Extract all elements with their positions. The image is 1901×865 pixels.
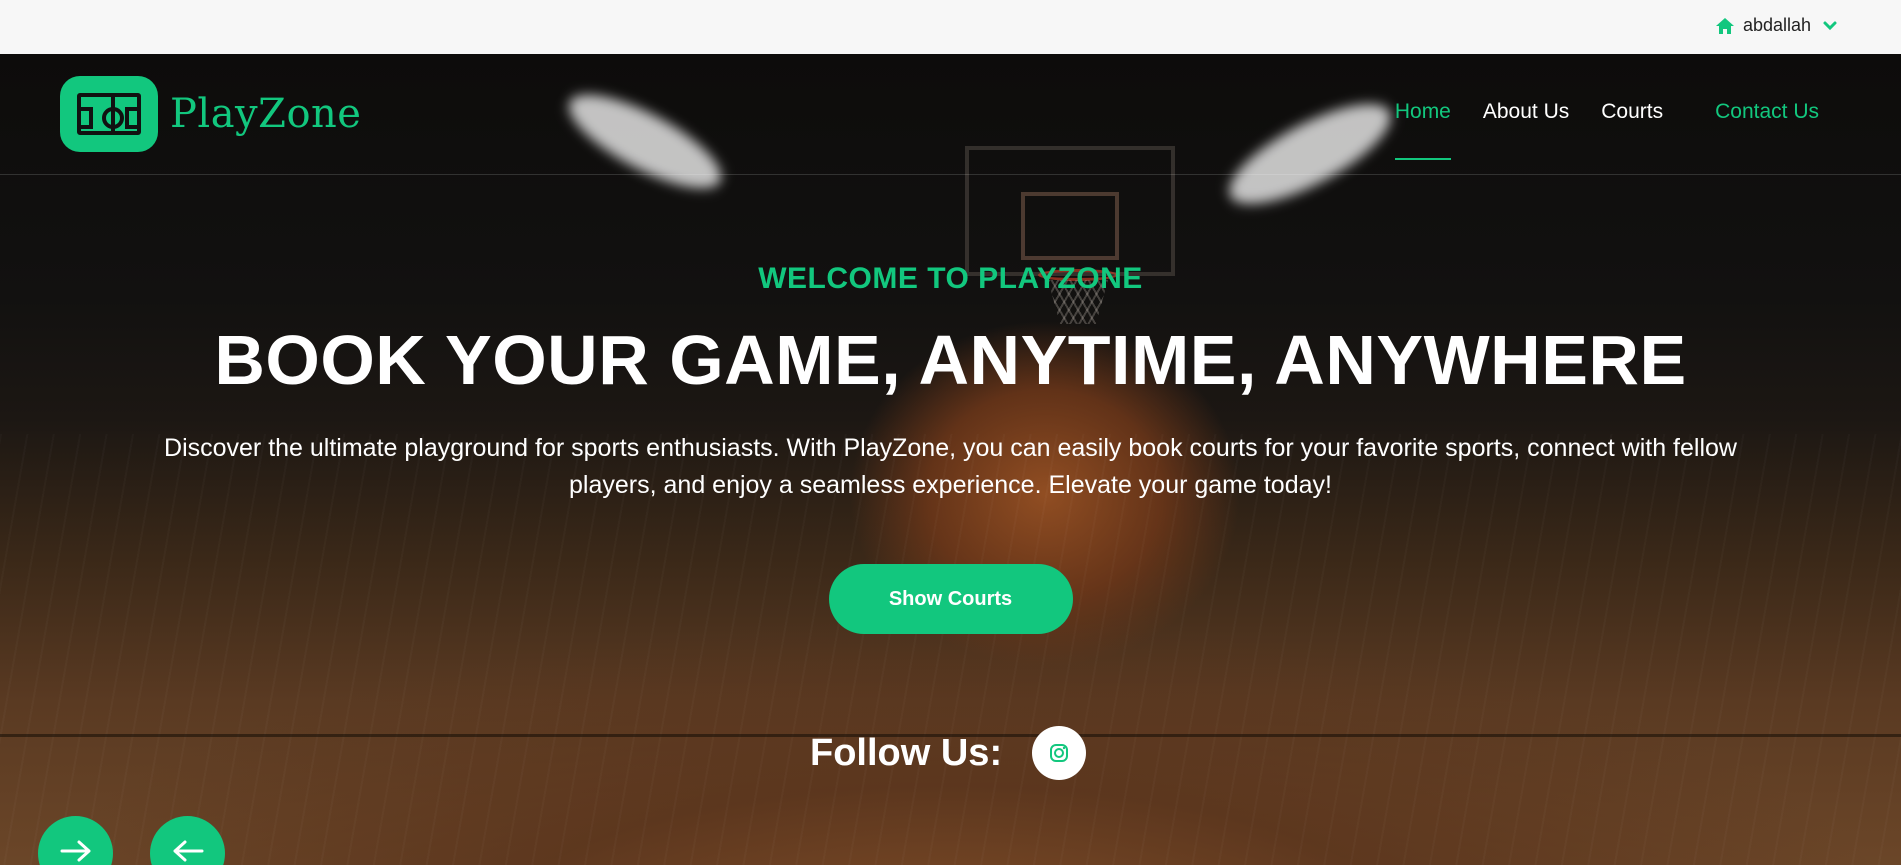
- prev-slide-button[interactable]: [150, 816, 225, 865]
- chevron-down-icon[interactable]: [1819, 19, 1841, 33]
- home-icon: [1715, 17, 1734, 34]
- follow-label: Follow Us:: [810, 731, 1003, 774]
- follow-us: Follow Us:: [810, 726, 1087, 780]
- basketball-backboard: [965, 146, 1175, 276]
- username: abdallah: [1742, 15, 1811, 35]
- nav-about-us[interactable]: About Us: [1483, 100, 1569, 124]
- hero-content: WELCOME TO PLAYZONE BOOK YOUR GAME, ANYT…: [0, 262, 1901, 634]
- header-divider: [0, 174, 1901, 175]
- top-bar: abdallah: [0, 0, 1901, 54]
- court-icon: [60, 76, 158, 152]
- stadium-light: [557, 77, 733, 206]
- instagram-icon[interactable]: [1032, 726, 1087, 780]
- next-slide-button[interactable]: [38, 816, 113, 865]
- user-menu[interactable]: abdallah: [1715, 15, 1841, 36]
- brand-name: PlayZone: [170, 91, 362, 137]
- nav-courts[interactable]: Courts: [1601, 100, 1663, 124]
- arrow-left-icon: [173, 840, 203, 862]
- nav-home[interactable]: Home: [1394, 100, 1451, 160]
- arrow-right-icon: [60, 840, 90, 862]
- main-nav: Home About Us Courts Contact Us: [1363, 100, 1819, 160]
- nav-contact-us[interactable]: Contact Us: [1715, 100, 1819, 124]
- hero-headline: BOOK YOUR GAME, ANYTIME, ANYWHERE: [214, 321, 1687, 399]
- hero-description: Discover the ultimate playground for spo…: [164, 434, 1737, 499]
- show-courts-button[interactable]: Show Courts: [828, 564, 1073, 634]
- brand-logo[interactable]: PlayZone: [60, 76, 361, 152]
- hero-eyebrow: WELCOME TO PLAYZONE: [758, 262, 1143, 295]
- hero-section: PlayZone Home About Us Courts Contact Us…: [0, 54, 1901, 865]
